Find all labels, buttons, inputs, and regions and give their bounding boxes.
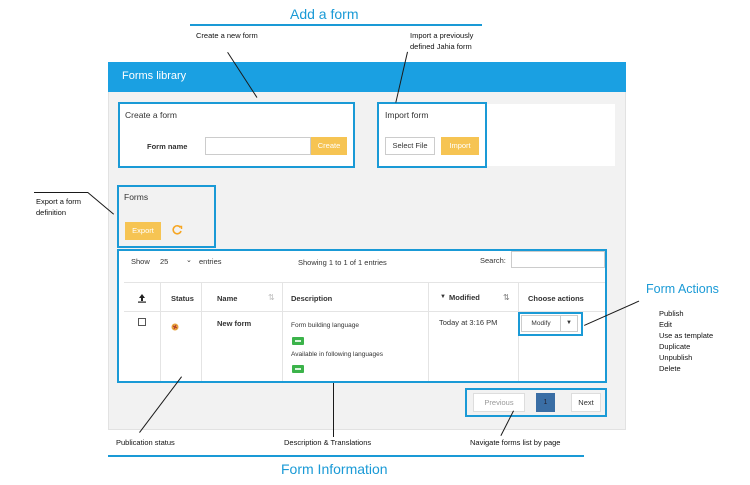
connector-line bbox=[333, 383, 334, 437]
app-title: Forms library bbox=[122, 70, 187, 82]
annotation-bottom-line bbox=[108, 455, 584, 457]
form-actions-list: Publish Edit Use as template Duplicate U… bbox=[659, 308, 713, 374]
annotation-export-form: Export a form definition bbox=[36, 197, 82, 217]
app-header: Forms library bbox=[108, 62, 626, 92]
action-delete: Delete bbox=[659, 364, 681, 373]
annotation-add-form: Add a form bbox=[290, 6, 359, 22]
annotation-form-actions-title: Form Actions bbox=[646, 282, 719, 296]
annotation-create-new-form: Create a new form bbox=[196, 31, 258, 40]
annotation-form-information: Form Information bbox=[281, 461, 388, 477]
action-duplicate: Duplicate bbox=[659, 342, 691, 351]
connector-line bbox=[34, 192, 88, 193]
annotation-description-translations: Description & Translations bbox=[284, 438, 372, 447]
highlight-pagination bbox=[465, 388, 607, 417]
highlight-create-form bbox=[118, 102, 355, 168]
annotation-navigate-pages: Navigate forms list by page bbox=[470, 438, 561, 447]
action-publish: Publish bbox=[659, 309, 684, 318]
action-edit: Edit bbox=[659, 320, 672, 329]
highlight-forms-export bbox=[117, 185, 216, 248]
highlight-import-form bbox=[377, 102, 487, 168]
annotation-publication-status: Publication status bbox=[116, 438, 175, 447]
annotation-top-line bbox=[190, 24, 482, 26]
action-use-as-template: Use as template bbox=[659, 331, 714, 340]
highlight-actions bbox=[518, 312, 583, 336]
annotation-import-form: Import a previously defined Jahia form bbox=[410, 31, 474, 51]
action-unpublish: Unpublish bbox=[659, 353, 693, 362]
